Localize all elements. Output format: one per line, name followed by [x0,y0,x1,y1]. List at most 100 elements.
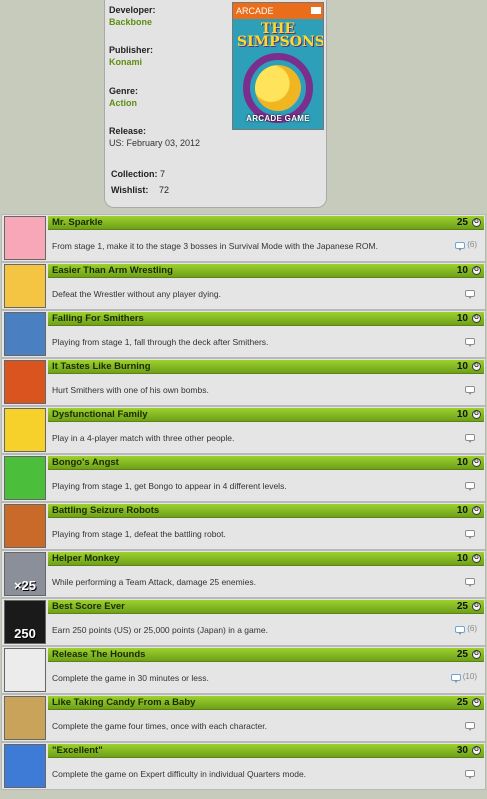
comment-bubble-icon [465,433,475,443]
achievement-thumbnail[interactable] [4,456,46,500]
cover-family-art [255,65,301,111]
comment-bubble-icon [450,673,461,683]
comments-link[interactable] [465,479,477,491]
cover-title: THE SIMPSONS [237,21,324,50]
comments-link[interactable] [465,719,477,731]
comments-link[interactable] [465,287,477,299]
achievement-row[interactable]: 250 Best Score Ever 25 G Earn 250 points… [1,598,486,646]
cover-platform-banner: ARCADE [233,3,323,19]
comments-link[interactable]: (6) [455,239,477,251]
achievement-row[interactable]: Battling Seizure Robots 10 G Playing fro… [1,502,486,550]
achievement-title-bar: Mr. Sparkle 25 G [48,216,484,230]
achievement-name[interactable]: Bongo's Angst [52,456,119,469]
achievement-row[interactable]: Dysfunctional Family 10 G Play in a 4-pl… [1,406,486,454]
achievement-title-bar: Bongo's Angst 10 G [48,456,484,470]
gamerscore-icon: G [472,410,481,419]
collection-count[interactable]: Collection: 7 [111,168,165,180]
gamerscore-icon: G [472,458,481,467]
achievement-description: Complete the game in 30 minutes or less. [52,673,209,683]
gamerscore-icon: G [472,746,481,755]
achievement-description: From stage 1, make it to the stage 3 bos… [52,241,378,251]
comment-bubble-icon [455,241,466,251]
achievement-thumbnail[interactable] [4,216,46,260]
developer-link[interactable]: Backbone [109,16,156,28]
collection-value: 7 [160,169,166,179]
achievement-name[interactable]: It Tastes Like Burning [52,360,151,373]
achievement-row[interactable]: Like Taking Candy From a Baby 25 G Compl… [1,694,486,742]
achievement-description: Complete the game four times, once with … [52,721,267,731]
comments-link[interactable] [465,575,477,587]
achievement-description: Play in a 4-player match with three othe… [52,433,235,443]
achievement-name[interactable]: Release The Hounds [52,648,145,661]
comments-link[interactable] [465,383,477,395]
gamerscore-icon: G [472,218,481,227]
achievement-row[interactable]: Falling For Smithers 10 G Playing from s… [1,310,486,358]
comments-link[interactable] [465,767,477,779]
comments-link[interactable] [465,431,477,443]
achievement-title-bar: Battling Seizure Robots 10 G [48,504,484,518]
achievement-thumbnail[interactable] [4,264,46,308]
achievement-thumbnail[interactable] [4,744,46,788]
gamerscore-icon: G [472,362,481,371]
gamerscore-icon: G [472,506,481,515]
achievement-title-bar: Falling For Smithers 10 G [48,312,484,326]
achievement-name[interactable]: Dysfunctional Family [52,408,148,421]
comment-bubble-icon [465,289,475,299]
comments-link[interactable] [465,527,477,539]
achievement-row[interactable]: "Excellent" 30 G Complete the game on Ex… [1,742,486,790]
achievement-score: 30 [456,745,468,756]
achievement-name[interactable]: "Excellent" [52,744,103,757]
achievement-row[interactable]: It Tastes Like Burning 10 G Hurt Smither… [1,358,486,406]
achievement-list: Mr. Sparkle 25 G From stage 1, make it t… [1,214,486,790]
achievement-score: 10 [456,361,468,372]
achievement-thumbnail[interactable] [4,312,46,356]
release-date: US: February 03, 2012 [109,138,201,148]
comment-bubble-icon [465,337,475,347]
achievement-name[interactable]: Mr. Sparkle [52,216,103,229]
publisher-link[interactable]: Konami [109,56,153,68]
achievement-name[interactable]: Falling For Smithers [52,312,144,325]
gamerscore-icon: G [472,266,481,275]
achievement-title-bar: Like Taking Candy From a Baby 25 G [48,696,484,710]
achievement-score: 10 [456,265,468,276]
achievement-row[interactable]: Bongo's Angst 10 G Playing from stage 1,… [1,454,486,502]
achievement-thumbnail[interactable]: ×25 [4,552,46,596]
achievement-name[interactable]: Easier Than Arm Wrestling [52,264,173,277]
achievement-thumbnail[interactable] [4,696,46,740]
achievement-thumbnail[interactable] [4,648,46,692]
achievement-thumbnail[interactable]: 250 [4,600,46,644]
comment-bubble-icon [465,529,475,539]
achievement-title-bar: "Excellent" 30 G [48,744,484,758]
gamerscore-icon: G [472,698,481,707]
achievement-row[interactable]: Release The Hounds 25 G Complete the gam… [1,646,486,694]
achievement-title-bar: Dysfunctional Family 10 G [48,408,484,422]
achievement-score: 25 [456,649,468,660]
achievement-title-bar: Easier Than Arm Wrestling 10 G [48,264,484,278]
comments-link[interactable] [465,335,477,347]
wishlist-label: Wishlist: [111,185,149,195]
comments-link[interactable]: (10) [450,671,477,683]
achievement-thumbnail[interactable] [4,504,46,548]
comment-bubble-icon [465,385,475,395]
achievement-thumbnail[interactable] [4,408,46,452]
achievement-name[interactable]: Like Taking Candy From a Baby [52,696,195,709]
achievement-name[interactable]: Best Score Ever [52,600,125,613]
achievement-thumbnail-label: 250 [14,626,36,641]
wishlist-count[interactable]: Wishlist: 72 [111,184,169,196]
comment-bubble-icon [455,625,466,635]
achievement-thumbnail[interactable] [4,360,46,404]
achievement-row[interactable]: ×25 Helper Monkey 10 G While performing … [1,550,486,598]
comments-link[interactable]: (6) [455,623,477,635]
game-cover-image[interactable]: ARCADE THE SIMPSONS ARCADE GAME [232,2,324,130]
developer-field: Developer: Backbone [109,4,156,28]
gamerscore-icon: G [472,554,481,563]
achievement-name[interactable]: Battling Seizure Robots [52,504,159,517]
genre-link[interactable]: Action [109,97,138,109]
achievement-title-bar: Best Score Ever 25 G [48,600,484,614]
achievement-name[interactable]: Helper Monkey [52,552,120,565]
achievement-description: Playing from stage 1, get Bongo to appea… [52,481,287,491]
gamerscore-icon: G [472,314,481,323]
comment-bubble-icon [465,721,475,731]
achievement-row[interactable]: Easier Than Arm Wrestling 10 G Defeat th… [1,262,486,310]
achievement-row[interactable]: Mr. Sparkle 25 G From stage 1, make it t… [1,214,486,262]
